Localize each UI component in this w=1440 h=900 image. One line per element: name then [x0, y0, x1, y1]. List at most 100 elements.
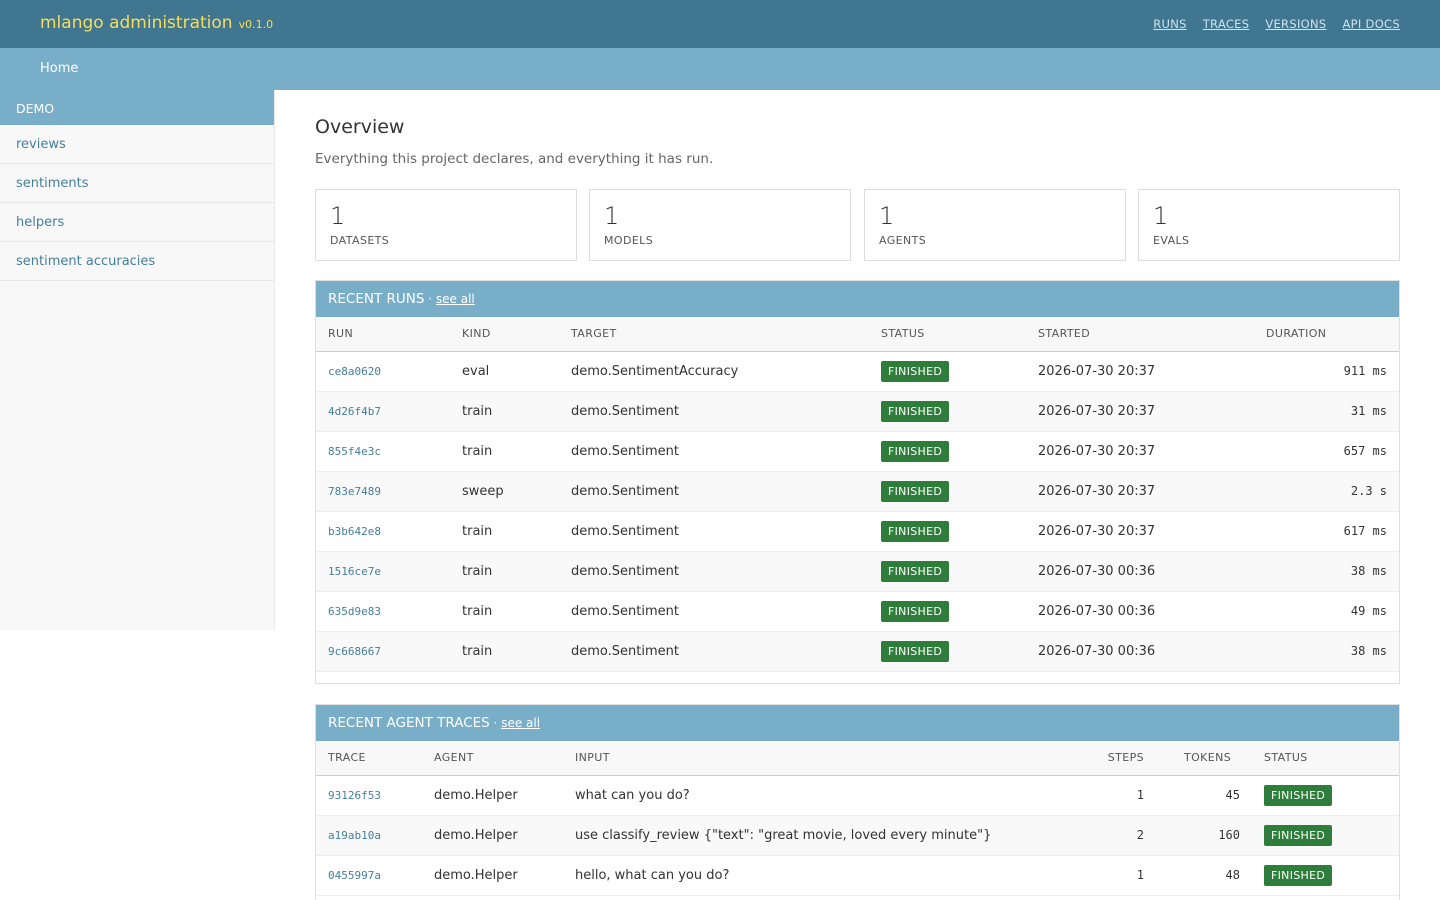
trace-id-link[interactable]: a19ab10a [316, 815, 422, 856]
column-header[interactable]: DURATION [1254, 317, 1399, 352]
run-id-link[interactable]: 4d26f4b7 [316, 391, 450, 432]
run-started: 2026-07-30 00:36 [1026, 631, 1254, 672]
run-started: 2026-07-30 20:37 [1026, 511, 1254, 552]
recent-traces-panel: RECENT AGENT TRACES · see all TRACE AGEN… [315, 704, 1400, 900]
page-title: Overview [315, 116, 405, 138]
run-kind: train [450, 431, 559, 472]
trace-tokens: 45 [1156, 775, 1252, 816]
status-cell: FINISHED [869, 511, 1026, 552]
recent-runs-title: RECENT RUNS [328, 291, 425, 307]
status-badge: FINISHED [881, 400, 950, 422]
trace-id-link[interactable]: 93126f53 [316, 775, 422, 816]
run-id-link[interactable]: ce8a0620 [316, 351, 450, 392]
status-cell: FINISHED [869, 431, 1026, 472]
trace-agent: demo.Helper [422, 815, 563, 856]
sidebar-item-reviews[interactable]: reviews [0, 125, 274, 164]
run-duration: 31 ms [1254, 391, 1399, 432]
page-subtitle: Everything this project declares, and ev… [315, 151, 714, 167]
nav-runs-link[interactable]: RUNS [1153, 17, 1187, 31]
summary-cards: 1 DATASETS 1 MODELS 1 AGENTS 1 EVALS [315, 189, 1400, 261]
card-label: AGENTS [879, 234, 927, 247]
heading-separator: · [424, 292, 436, 306]
column-header[interactable]: STATUS [869, 317, 1026, 352]
run-target: demo.Sentiment [559, 511, 869, 552]
column-header[interactable]: INPUT [563, 741, 1092, 776]
table-row[interactable]: 635d9e83 train demo.Sentiment FINISHED 2… [316, 591, 1399, 632]
status-badge: FINISHED [1264, 864, 1333, 886]
recent-traces-title: RECENT AGENT TRACES [328, 715, 490, 731]
nav-api-docs-link[interactable]: API DOCS [1343, 17, 1401, 31]
recent-traces-table: TRACE AGENT INPUT STEPS TOKENS STATUS 93… [316, 741, 1399, 896]
run-id-link[interactable]: 635d9e83 [316, 591, 450, 632]
trace-id-link[interactable]: 0455997a [316, 855, 422, 896]
column-header[interactable]: STATUS [1252, 741, 1399, 776]
run-started: 2026-07-30 00:36 [1026, 551, 1254, 592]
table-row[interactable]: 783e7489 sweep demo.Sentiment FINISHED 2… [316, 471, 1399, 512]
nav-versions-link[interactable]: VERSIONS [1265, 17, 1326, 31]
card-agents: 1 AGENTS [864, 189, 1126, 261]
card-value: 1 [330, 202, 346, 230]
table-row[interactable]: 1516ce7e train demo.Sentiment FINISHED 2… [316, 551, 1399, 592]
run-duration: 617 ms [1254, 511, 1399, 552]
column-header[interactable]: AGENT [422, 741, 563, 776]
run-id-link[interactable]: 9c668667 [316, 631, 450, 672]
sidebar-section-demo[interactable]: DEMO [0, 90, 274, 125]
sidebar-item-helpers[interactable]: helpers [0, 203, 274, 242]
table-row[interactable]: ce8a0620 eval demo.SentimentAccuracy FIN… [316, 351, 1399, 392]
status-cell: FINISHED [869, 471, 1026, 512]
recent-runs-table: RUN KIND TARGET STATUS STARTED DURATION … [316, 317, 1399, 672]
run-id-link[interactable]: 783e7489 [316, 471, 450, 512]
table-row[interactable]: 855f4e3c train demo.Sentiment FINISHED 2… [316, 431, 1399, 472]
status-badge: FINISHED [1264, 824, 1333, 846]
status-cell: FINISHED [869, 631, 1026, 672]
run-kind: train [450, 591, 559, 632]
column-header[interactable]: TRACE [316, 741, 422, 776]
top-nav: RUNS TRACES VERSIONS API DOCS [1153, 17, 1400, 31]
status-badge: FINISHED [881, 520, 950, 542]
nav-traces-link[interactable]: TRACES [1203, 17, 1250, 31]
card-label: EVALS [1153, 234, 1190, 247]
runs-see-all-link[interactable]: see all [436, 292, 475, 306]
table-row[interactable]: 0455997a demo.Helper hello, what can you… [316, 855, 1399, 896]
table-header-row: TRACE AGENT INPUT STEPS TOKENS STATUS [316, 741, 1399, 776]
run-target: demo.Sentiment [559, 431, 869, 472]
column-header[interactable]: KIND [450, 317, 559, 352]
column-header[interactable]: RUN [316, 317, 450, 352]
table-row[interactable]: a19ab10a demo.Helper use classify_review… [316, 815, 1399, 856]
run-started: 2026-07-30 20:37 [1026, 471, 1254, 512]
status-badge: FINISHED [881, 360, 950, 382]
table-row[interactable]: 9c668667 train demo.Sentiment FINISHED 2… [316, 631, 1399, 672]
run-id-link[interactable]: 855f4e3c [316, 431, 450, 472]
column-header[interactable]: TOKENS [1156, 741, 1252, 776]
recent-runs-header: RECENT RUNS · see all [316, 281, 1399, 317]
sidebar-item-sentiments[interactable]: sentiments [0, 164, 274, 203]
site-brand[interactable]: mlango administration v0.1.0 [40, 13, 273, 33]
card-datasets: 1 DATASETS [315, 189, 577, 261]
status-badge: FINISHED [881, 560, 950, 582]
status-cell: FINISHED [1252, 855, 1399, 896]
run-duration: 38 ms [1254, 631, 1399, 672]
column-header[interactable]: STEPS [1092, 741, 1156, 776]
breadcrumb-home[interactable]: Home [40, 61, 78, 76]
status-cell: FINISHED [869, 351, 1026, 392]
column-header[interactable]: STARTED [1026, 317, 1254, 352]
table-row[interactable]: b3b642e8 train demo.Sentiment FINISHED 2… [316, 511, 1399, 552]
run-target: demo.Sentiment [559, 631, 869, 672]
traces-see-all-link[interactable]: see all [501, 716, 540, 730]
site-title[interactable]: mlango administration [40, 13, 233, 33]
run-id-link[interactable]: 1516ce7e [316, 551, 450, 592]
status-badge: FINISHED [881, 640, 950, 662]
run-target: demo.Sentiment [559, 591, 869, 632]
table-row[interactable]: 4d26f4b7 train demo.Sentiment FINISHED 2… [316, 391, 1399, 432]
table-row[interactable]: 93126f53 demo.Helper what can you do? 1 … [316, 775, 1399, 816]
run-target: demo.Sentiment [559, 551, 869, 592]
run-target: demo.Sentiment [559, 391, 869, 432]
sidebar: DEMO reviews sentiments helpers sentimen… [0, 90, 275, 630]
card-value: 1 [879, 202, 895, 230]
run-id-link[interactable]: b3b642e8 [316, 511, 450, 552]
status-cell: FINISHED [1252, 775, 1399, 816]
recent-runs-panel: RECENT RUNS · see all RUN KIND TARGET ST… [315, 280, 1400, 684]
column-header[interactable]: TARGET [559, 317, 869, 352]
card-value: 1 [604, 202, 620, 230]
sidebar-item-sentiment-accuracies[interactable]: sentiment accuracies [0, 242, 274, 281]
